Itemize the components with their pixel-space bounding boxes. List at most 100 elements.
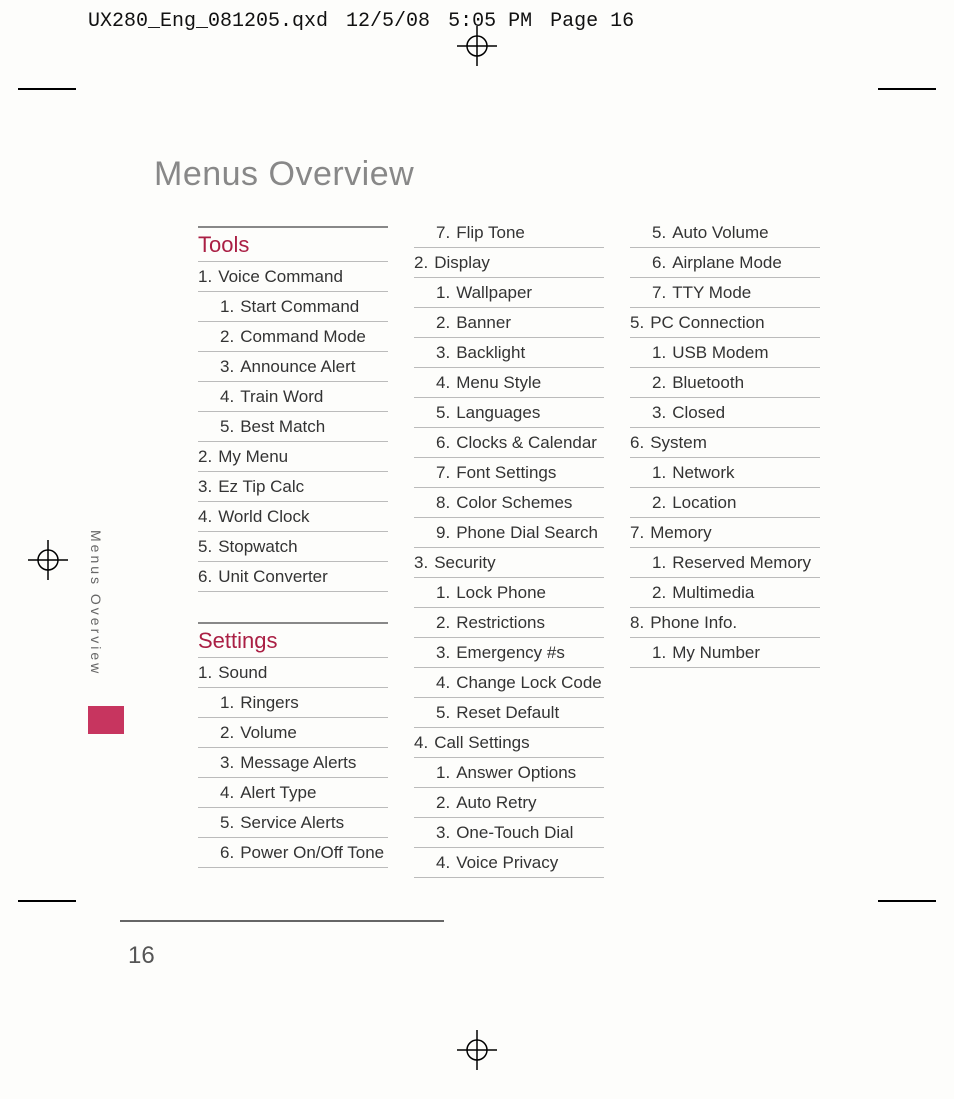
item-label: My Menu	[218, 447, 288, 467]
item-label: Auto Retry	[456, 793, 536, 813]
item-number: 3.	[220, 357, 234, 377]
submenu-item: 5.Languages	[414, 398, 604, 428]
item-label: Lock Phone	[456, 583, 546, 603]
item-label: Auto Volume	[672, 223, 768, 243]
item-label: Color Schemes	[456, 493, 572, 513]
item-number: 5.	[198, 537, 212, 557]
submenu-item: 6. Power On/Off Tone	[198, 838, 388, 868]
item-number: 1.	[220, 297, 234, 317]
item-label: Ringers	[240, 693, 299, 713]
item-number: 6.	[630, 433, 644, 453]
item-label: Ez Tip Calc	[218, 477, 304, 497]
item-label: Phone Info.	[650, 613, 737, 633]
item-label: Train Word	[240, 387, 323, 407]
item-label: Restrictions	[456, 613, 545, 633]
menu-item: 7.Memory	[630, 518, 820, 548]
submenu-item: 5. Best Match	[198, 412, 388, 442]
menu-column: 7.Flip Tone2.Display1.Wallpaper2.Banner3…	[414, 218, 604, 878]
item-number: 1.	[198, 267, 212, 287]
submenu-item: 1.Ringers	[198, 688, 388, 718]
item-number: 4.	[220, 387, 234, 407]
item-label: Location	[672, 493, 736, 513]
item-label: Change Lock Code	[456, 673, 602, 693]
submenu-item: 6.Airplane Mode	[630, 248, 820, 278]
submenu-item: 2.Banner	[414, 308, 604, 338]
submenu-item: 2. Location	[630, 488, 820, 518]
submenu-item: 2. Auto Retry	[414, 788, 604, 818]
footer-rule	[120, 920, 444, 922]
submenu-item: 2.Multimedia	[630, 578, 820, 608]
crop-mark	[878, 88, 936, 90]
item-label: Clocks & Calendar	[456, 433, 597, 453]
item-label: Announce Alert	[240, 357, 355, 377]
menu-item: 6.Unit Converter	[198, 562, 388, 592]
item-number: 2.	[220, 723, 234, 743]
submenu-item: 7.Font Settings	[414, 458, 604, 488]
item-label: Sound	[218, 663, 267, 683]
submenu-item: 1.My Number	[630, 638, 820, 668]
item-number: 2.	[436, 793, 450, 813]
item-label: Menu Style	[456, 373, 541, 393]
item-label: Airplane Mode	[672, 253, 782, 273]
print-header: UX280_Eng_081205.qxd 12/5/08 5:05 PM Pag…	[88, 10, 634, 33]
item-number: 5.	[220, 417, 234, 437]
item-number: 2.	[652, 583, 666, 603]
item-number: 1.	[652, 343, 666, 363]
item-number: 2.	[198, 447, 212, 467]
item-label: Memory	[650, 523, 711, 543]
item-number: 4.	[436, 673, 450, 693]
item-number: 1.	[436, 763, 450, 783]
item-label: Display	[434, 253, 490, 273]
print-date: 12/5/08	[346, 10, 430, 33]
item-label: Banner	[456, 313, 511, 333]
item-label: Network	[672, 463, 734, 483]
menu-item: 6. System	[630, 428, 820, 458]
menu-item: 5.PC Connection	[630, 308, 820, 338]
menu-column: 5.Auto Volume6.Airplane Mode7.TTY Mode5.…	[630, 218, 820, 878]
item-number: 3.	[436, 343, 450, 363]
item-number: 5.	[630, 313, 644, 333]
item-label: USB Modem	[672, 343, 768, 363]
crop-mark	[878, 900, 936, 902]
item-number: 3.	[220, 753, 234, 773]
submenu-item: 5. Auto Volume	[630, 218, 820, 248]
item-number: 1.	[198, 663, 212, 683]
item-label: Call Settings	[434, 733, 529, 753]
item-label: Command Mode	[240, 327, 366, 347]
item-number: 2.	[652, 493, 666, 513]
item-label: Best Match	[240, 417, 325, 437]
menu-item: 8. Phone Info.	[630, 608, 820, 638]
item-number: 4.	[220, 783, 234, 803]
item-label: Languages	[456, 403, 540, 423]
item-label: System	[650, 433, 707, 453]
item-number: 8.	[630, 613, 644, 633]
item-label: Stopwatch	[218, 537, 297, 557]
item-label: Voice Command	[218, 267, 343, 287]
submenu-item: 3. Closed	[630, 398, 820, 428]
submenu-item: 1.Answer Options	[414, 758, 604, 788]
item-label: Bluetooth	[672, 373, 744, 393]
item-label: Closed	[672, 403, 725, 423]
item-number: 7.	[436, 463, 450, 483]
menu-item: 4.Call Settings	[414, 728, 604, 758]
item-number: 8.	[436, 493, 450, 513]
item-number: 2.	[436, 613, 450, 633]
item-label: Emergency #s	[456, 643, 565, 663]
item-number: 3.	[652, 403, 666, 423]
item-number: 6.	[220, 843, 234, 863]
item-number: 3.	[436, 823, 450, 843]
menu-item: 3.Security	[414, 548, 604, 578]
side-tab-label: Menus Overview	[88, 530, 104, 676]
side-tab-marker	[88, 706, 124, 734]
menu-content: Tools1.Voice Command1.Start Command2.Com…	[198, 218, 820, 878]
submenu-item: 9.Phone Dial Search	[414, 518, 604, 548]
print-page: Page 16	[550, 10, 634, 33]
item-label: Power On/Off Tone	[240, 843, 384, 863]
page-title: Menus Overview	[154, 155, 414, 194]
item-label: Volume	[240, 723, 297, 743]
item-label: Backlight	[456, 343, 525, 363]
submenu-item: 6.Clocks & Calendar	[414, 428, 604, 458]
item-label: Reset Default	[456, 703, 559, 723]
submenu-item: 7.Flip Tone	[414, 218, 604, 248]
item-number: 5.	[652, 223, 666, 243]
